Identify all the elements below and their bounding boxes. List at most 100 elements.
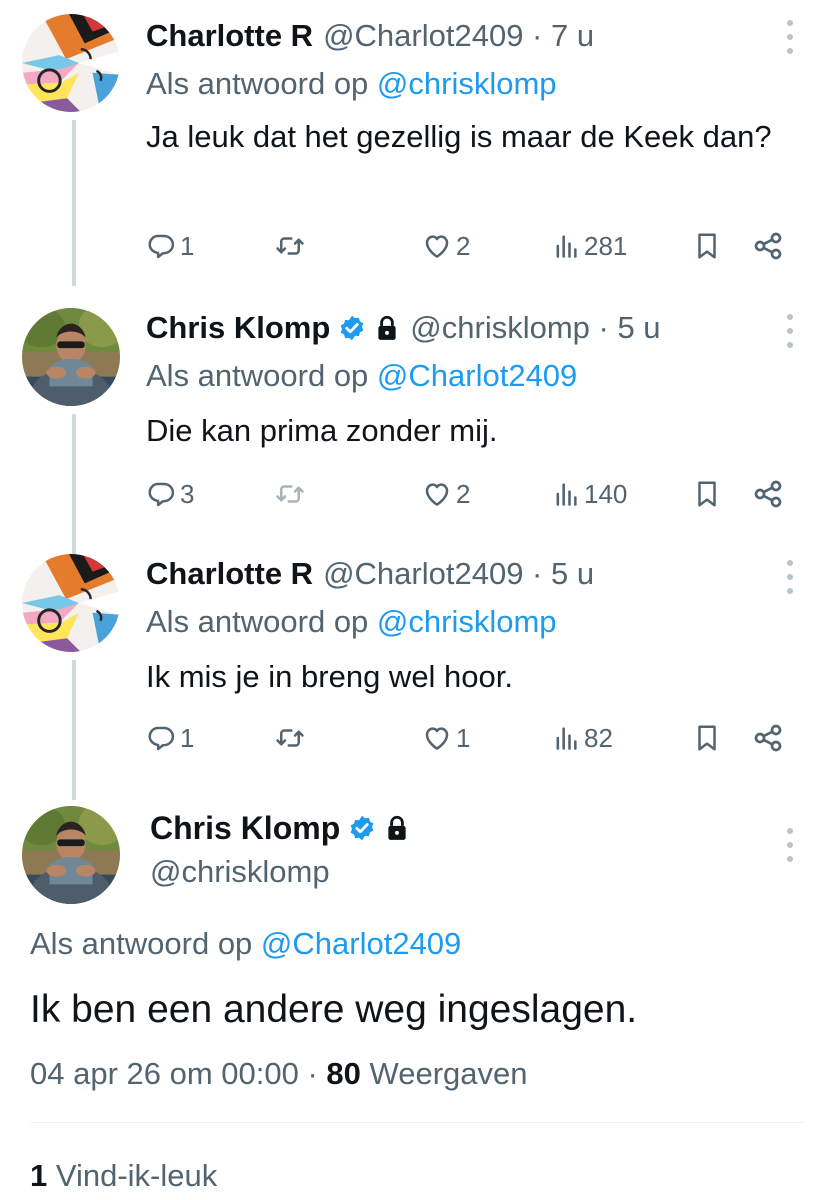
avatar[interactable] [22, 308, 120, 406]
bookmark-button[interactable] [692, 718, 722, 758]
like-button[interactable]: 1 [422, 718, 470, 758]
reply-context: Als antwoord op @Charlot2409 [146, 358, 577, 394]
avatar-image [22, 806, 120, 904]
tweet-text: Ja leuk dat het gezellig is maar de Keek… [146, 119, 772, 154]
author-name[interactable]: Charlotte R [146, 18, 313, 54]
reply-mention-link[interactable]: @Charlot2409 [377, 358, 577, 393]
avatar[interactable] [22, 554, 120, 652]
reply-prefix: Als antwoord op [146, 604, 377, 639]
views-count: 82 [584, 722, 613, 753]
tweet[interactable]: Charlotte R @Charlot2409 · 7 u Als antwo… [0, 14, 833, 284]
tweet-text: Ik mis je in breng wel hoor. [146, 659, 514, 694]
views-button[interactable]: 82 [552, 718, 613, 758]
author-handle-time[interactable]: @Charlot2409 · 5 u [323, 556, 594, 592]
reply-icon [146, 723, 176, 753]
author-handle-time[interactable]: @chrisklomp · 5 u [410, 310, 660, 346]
reply-prefix: Als antwoord op [146, 66, 377, 101]
reply-count: 3 [180, 478, 195, 509]
more-vertical-icon[interactable] [785, 20, 795, 54]
more-vertical-icon[interactable] [785, 560, 795, 594]
divider [30, 1122, 805, 1123]
repost-icon [274, 723, 306, 753]
likes-summary[interactable]: 1 Vind-ik-leuk [30, 1158, 217, 1194]
tweet[interactable]: Chris Klomp @chrisklomp · 5 u Als antwoo… [0, 306, 833, 546]
bookmark-icon [692, 230, 722, 262]
like-button[interactable]: 2 [422, 226, 470, 266]
repost-button[interactable] [274, 718, 306, 758]
bookmark-button[interactable] [692, 474, 722, 514]
repost-icon [274, 231, 306, 261]
views-count: 281 [584, 230, 628, 261]
author-handle[interactable]: @chrisklomp [150, 854, 330, 890]
avatar-image [22, 14, 120, 112]
author-name-row: Chris Klomp [150, 806, 410, 850]
avatar-image [22, 554, 120, 652]
lock-icon [384, 814, 410, 842]
repost-icon [274, 479, 306, 509]
bookmark-icon [692, 722, 722, 754]
views-label: Weergaven [360, 1056, 528, 1091]
tweet-actions: 1 2 281 [146, 226, 796, 266]
views-count: 80 [326, 1056, 361, 1091]
reply-count: 1 [180, 230, 195, 261]
reply-context: Als antwoord op @chrisklomp [146, 604, 557, 640]
like-count: 2 [456, 478, 471, 509]
reply-button[interactable]: 3 [146, 474, 194, 514]
author-name[interactable]: Chris Klomp [150, 810, 340, 847]
share-button[interactable] [752, 226, 784, 266]
author-name[interactable]: Chris Klomp [146, 310, 330, 346]
more-vertical-icon[interactable] [785, 828, 795, 862]
repost-button[interactable] [274, 474, 306, 514]
views-icon [552, 231, 580, 261]
heart-icon [422, 479, 452, 509]
author-handle-time[interactable]: @Charlot2409 · 7 u [323, 18, 594, 54]
timestamp[interactable]: 04 apr 26 om 00:00 · [30, 1056, 326, 1091]
tweet-meta: 04 apr 26 om 00:00 · 80 Weergaven [30, 1056, 528, 1092]
reply-icon [146, 479, 176, 509]
tweet[interactable]: Charlotte R @Charlot2409 · 5 u Als antwo… [0, 552, 833, 792]
verified-badge-icon [338, 314, 366, 342]
verified-badge-icon [348, 814, 376, 842]
bookmark-icon [692, 478, 722, 510]
reply-context: Als antwoord op @Charlot2409 [30, 926, 461, 962]
views-button[interactable]: 140 [552, 474, 627, 514]
like-button[interactable]: 2 [422, 474, 470, 514]
heart-icon [422, 231, 452, 261]
tweet-text: Ik ben een andere weg ingeslagen. [30, 988, 638, 1031]
reply-prefix: Als antwoord op [146, 358, 377, 393]
repost-button[interactable] [274, 226, 306, 266]
tweet-header: Charlotte R @Charlot2409 · 5 u [146, 552, 773, 596]
focused-tweet: Chris Klomp @chrisklomp Als antwoord op … [0, 806, 833, 1200]
avatar[interactable] [22, 806, 120, 904]
tweet-actions: 1 1 82 [146, 718, 796, 758]
avatar-image [22, 308, 120, 406]
reply-mention-link[interactable]: @chrisklomp [377, 604, 557, 639]
tweet-text: Die kan prima zonder mij. [146, 413, 498, 448]
tweet-header: Chris Klomp @chrisklomp · 5 u [146, 306, 773, 350]
views-icon [552, 723, 580, 753]
heart-icon [422, 723, 452, 753]
reply-mention-link[interactable]: @Charlot2409 [261, 926, 461, 961]
views-button[interactable]: 281 [552, 226, 627, 266]
share-button[interactable] [752, 718, 784, 758]
likes-count: 1 [30, 1158, 48, 1193]
like-count: 1 [456, 722, 471, 753]
views-count: 140 [584, 478, 628, 509]
tweet-actions: 3 2 140 [146, 474, 796, 514]
share-button[interactable] [752, 474, 784, 514]
reply-button[interactable]: 1 [146, 718, 194, 758]
reply-context: Als antwoord op @chrisklomp [146, 66, 557, 102]
author-name[interactable]: Charlotte R [146, 556, 313, 592]
reply-prefix: Als antwoord op [30, 926, 261, 961]
lock-icon [374, 314, 400, 342]
reply-count: 1 [180, 722, 195, 753]
tweet-header: Charlotte R @Charlot2409 · 7 u [146, 14, 773, 58]
avatar[interactable] [22, 14, 120, 112]
share-icon [752, 478, 784, 510]
bookmark-button[interactable] [692, 226, 722, 266]
likes-label: Vind-ik-leuk [47, 1158, 218, 1193]
reply-button[interactable]: 1 [146, 226, 194, 266]
more-vertical-icon[interactable] [785, 314, 795, 348]
like-count: 2 [456, 230, 471, 261]
reply-mention-link[interactable]: @chrisklomp [377, 66, 557, 101]
